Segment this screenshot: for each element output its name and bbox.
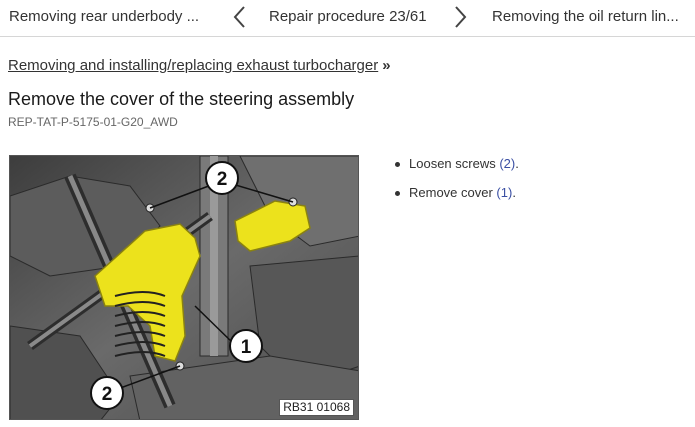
svg-text:1: 1 xyxy=(241,337,252,358)
callout-2-bottom: 2 xyxy=(90,376,124,410)
procedure-steps: Loosen screws (2). Remove cover (1). xyxy=(395,156,519,214)
chevron-right-icon[interactable] xyxy=(452,3,470,31)
breadcrumb-parent-link[interactable]: Removing and installing/replacing exhaus… xyxy=(8,57,378,74)
callout-2-top: 2 xyxy=(205,161,239,195)
document-id: REP-TAT-P-5175-01-G20_AWD xyxy=(8,115,178,129)
previous-procedure-link[interactable]: Removing rear underbody ... xyxy=(9,8,214,25)
step-item: Remove cover (1). xyxy=(395,185,519,201)
bullet-icon xyxy=(395,191,400,196)
step-text: Remove cover xyxy=(409,185,497,200)
step-text: Loosen screws xyxy=(409,156,500,171)
procedure-position: Repair procedure 23/61 xyxy=(269,8,427,25)
breadcrumb: Removing and installing/replacing exhaus… xyxy=(8,57,391,74)
step-item: Loosen screws (2). xyxy=(395,156,519,172)
svg-text:2: 2 xyxy=(217,169,228,190)
page-title: Remove the cover of the steering assembl… xyxy=(8,89,355,109)
breadcrumb-separator: » xyxy=(382,57,391,74)
figure-caption: RB31 01068 xyxy=(279,399,354,416)
svg-text:2: 2 xyxy=(102,384,113,405)
chevron-left-icon[interactable] xyxy=(230,3,248,31)
illustration-drawing: 2 1 2 xyxy=(10,156,358,419)
repair-page: Removing rear underbody ... Repair proce… xyxy=(0,0,695,427)
callout-1: 1 xyxy=(229,329,263,363)
callout-reference-link[interactable]: (2) xyxy=(499,156,515,171)
bullet-icon xyxy=(395,162,400,167)
step-tail: . xyxy=(512,185,516,200)
steering-assembly-illustration[interactable]: 2 1 2 RB31 01068 xyxy=(9,155,359,420)
next-procedure-link[interactable]: Removing the oil return lin... xyxy=(492,8,692,25)
step-tail: . xyxy=(515,156,519,171)
callout-reference-link[interactable]: (1) xyxy=(496,185,512,200)
procedure-navigation-bar: Removing rear underbody ... Repair proce… xyxy=(0,0,695,37)
